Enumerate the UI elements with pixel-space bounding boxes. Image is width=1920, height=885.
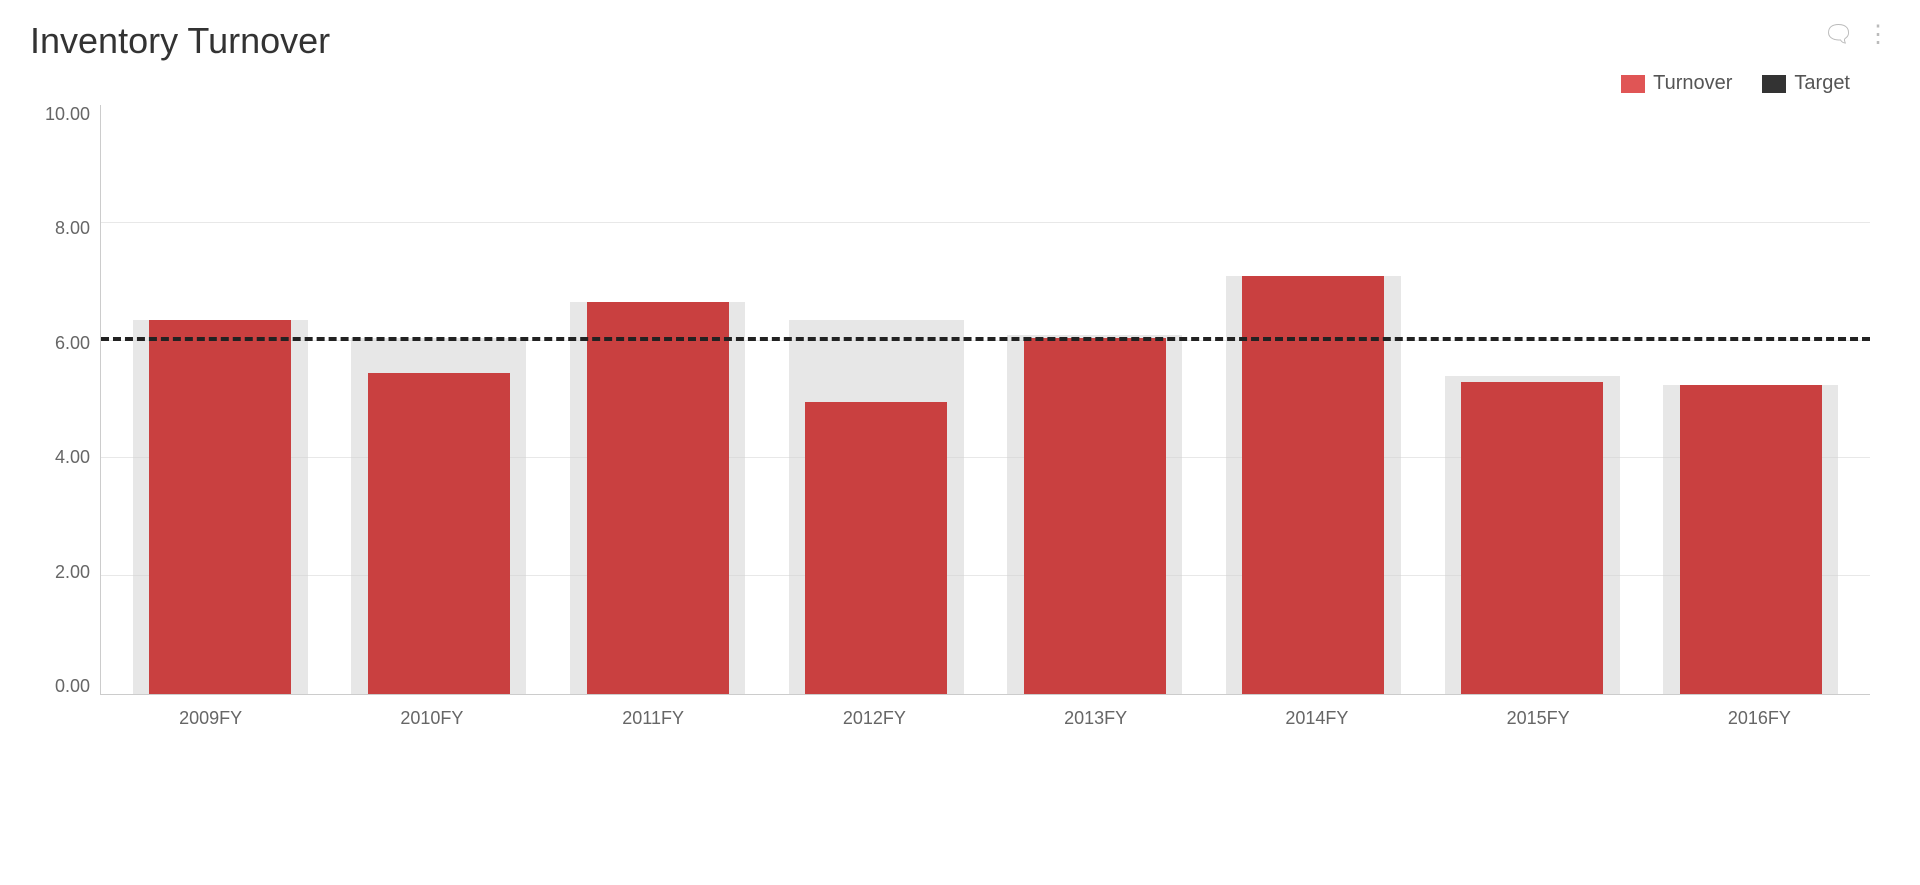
bar-group [548,105,767,694]
chart-legend: Turnover Target [30,72,1890,95]
x-axis-label: 2010FY [321,700,542,755]
legend-item-turnover: Turnover [1621,72,1732,95]
bar-group [767,105,986,694]
y-axis-label: 8.00 [55,219,90,237]
bar-group [1204,105,1423,694]
page-title: Inventory Turnover [30,20,1890,62]
bar-foreground [149,320,291,694]
x-axis-label: 2012FY [764,700,985,755]
chart-inner [100,105,1870,695]
bar-foreground [368,373,510,694]
bar-group [330,105,549,694]
y-axis-label: 6.00 [55,334,90,352]
bar-group [1423,105,1642,694]
turnover-swatch [1621,75,1645,93]
x-axis-label: 2016FY [1649,700,1870,755]
bar-foreground [1461,382,1603,694]
x-axis-label: 2014FY [1206,700,1427,755]
x-axis-label: 2009FY [100,700,321,755]
target-line [101,337,1870,341]
y-axis-label: 10.00 [45,105,90,123]
bar-foreground [1680,385,1822,694]
x-axis-label: 2011FY [543,700,764,755]
more-options-icon[interactable]: ⋮ [1866,20,1890,49]
comment-icon[interactable]: 🗨 [1824,20,1854,49]
bar-group [986,105,1205,694]
bar-foreground [805,402,947,694]
x-axis-label: 2015FY [1428,700,1649,755]
bar-group [111,105,330,694]
inventory-turnover-widget: Inventory Turnover 🗨 ⋮ Turnover Target 1… [0,0,1920,885]
bar-foreground [1024,338,1166,694]
bars-container [101,105,1870,694]
bar-foreground [587,302,729,694]
y-axis-label: 0.00 [55,677,90,695]
target-label: Target [1794,72,1850,95]
chart-area: 10.008.006.004.002.000.00 2009FY2010FY20… [30,105,1890,755]
widget-actions: 🗨 ⋮ [1824,20,1890,49]
x-axis-label: 2013FY [985,700,1206,755]
x-axis: 2009FY2010FY2011FY2012FY2013FY2014FY2015… [100,700,1870,755]
y-axis-label: 4.00 [55,448,90,466]
y-axis-label: 2.00 [55,563,90,581]
target-swatch [1762,75,1786,93]
legend-item-target: Target [1762,72,1850,95]
turnover-label: Turnover [1653,72,1732,95]
bar-group [1641,105,1860,694]
y-axis: 10.00 8.00 6.00 4.00 2.00 0.00 [30,105,100,695]
